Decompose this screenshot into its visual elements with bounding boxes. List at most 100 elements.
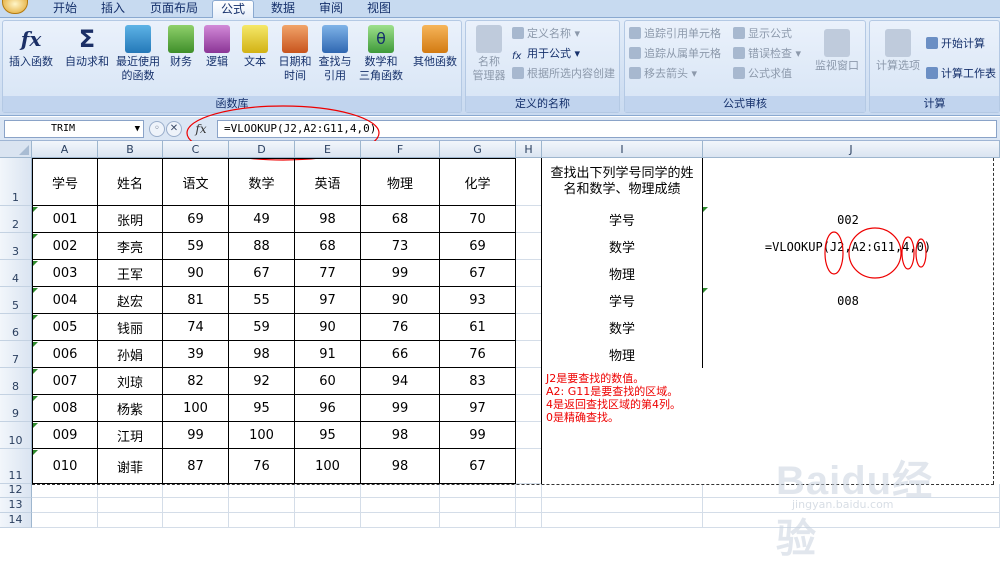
empty-cell[interactable]	[361, 498, 440, 513]
column-header[interactable]: D	[229, 141, 295, 158]
table-cell[interactable]: 100	[295, 449, 361, 484]
table-cell[interactable]: 76	[440, 341, 516, 368]
tab-review[interactable]: 审阅	[310, 0, 352, 18]
column-header[interactable]: C	[163, 141, 229, 158]
empty-cell[interactable]	[361, 484, 440, 498]
empty-cell[interactable]	[229, 498, 295, 513]
table-cell[interactable]: 49	[229, 206, 295, 233]
table-cell[interactable]: 70	[440, 206, 516, 233]
table-cell[interactable]: 69	[163, 206, 229, 233]
table-cell[interactable]: 98	[361, 422, 440, 449]
math-trig-button[interactable]: θ 数学和 三角函数	[355, 23, 407, 83]
empty-cell[interactable]	[516, 158, 542, 206]
row-header[interactable]: 5	[0, 287, 32, 314]
lookup-reference-button[interactable]: 查找与 引用	[317, 23, 353, 83]
row-header[interactable]: 8	[0, 368, 32, 395]
tab-page-layout[interactable]: 页面布局	[142, 0, 206, 18]
table-cell[interactable]: 100	[163, 395, 229, 422]
empty-cell[interactable]	[229, 513, 295, 528]
tab-home[interactable]: 开始	[44, 0, 86, 18]
create-from-selection-button[interactable]: 根据所选内容创建	[512, 65, 615, 83]
table-cell[interactable]: 59	[229, 314, 295, 341]
empty-cell[interactable]	[229, 484, 295, 498]
table-cell[interactable]: 江玥	[98, 422, 163, 449]
table-cell[interactable]: 007	[32, 368, 98, 395]
empty-cell[interactable]	[440, 498, 516, 513]
table-cell[interactable]: 杨紫	[98, 395, 163, 422]
empty-cell[interactable]	[516, 513, 542, 528]
table-cell[interactable]: 99	[361, 395, 440, 422]
error-checking-button[interactable]: 错误检查 ▾	[733, 45, 801, 63]
empty-cell[interactable]	[516, 233, 542, 260]
row-header[interactable]: 7	[0, 341, 32, 368]
empty-cell[interactable]	[516, 368, 542, 395]
logical-button[interactable]: 逻辑	[201, 23, 233, 69]
table-cell[interactable]: 67	[440, 449, 516, 484]
table-cell[interactable]: 94	[361, 368, 440, 395]
table-cell[interactable]: 99	[361, 260, 440, 287]
table-cell[interactable]: 76	[361, 314, 440, 341]
empty-cell[interactable]	[703, 484, 1000, 498]
empty-cell[interactable]	[98, 498, 163, 513]
table-cell[interactable]: 刘琼	[98, 368, 163, 395]
table-cell[interactable]: 83	[440, 368, 516, 395]
table-cell[interactable]: 张明	[98, 206, 163, 233]
worksheet-grid[interactable]: ABCDEFGHIJ 1 2 3 4 5 6 7 8 9 10 11 12 13 14 学号 姓名 语文 数学英…	[0, 141, 1000, 538]
name-box[interactable]: TRIM ▼	[4, 120, 144, 138]
table-cell[interactable]: 98	[229, 341, 295, 368]
evaluate-formula-button[interactable]: 公式求值	[733, 65, 792, 83]
table-cell[interactable]: 钱丽	[98, 314, 163, 341]
empty-cell[interactable]	[98, 484, 163, 498]
table-cell[interactable]: 009	[32, 422, 98, 449]
table-cell[interactable]: 55	[229, 287, 295, 314]
table-cell[interactable]: 王军	[98, 260, 163, 287]
table-cell[interactable]: 谢菲	[98, 449, 163, 484]
office-button[interactable]	[2, 0, 28, 14]
remove-arrows-button[interactable]: 移去箭头 ▾	[629, 65, 697, 83]
formula-menu-icon[interactable]: ◦	[149, 121, 165, 137]
table-cell[interactable]: 93	[440, 287, 516, 314]
trace-dependents-button[interactable]: 追踪从属单元格	[629, 45, 721, 63]
table-cell[interactable]: 60	[295, 368, 361, 395]
table-cell[interactable]: 67	[229, 260, 295, 287]
table-cell[interactable]: 赵宏	[98, 287, 163, 314]
column-header[interactable]: I	[542, 141, 703, 158]
table-header-cell[interactable]: 语文	[163, 158, 229, 206]
date-time-button[interactable]: 日期和 时间	[275, 23, 315, 83]
table-cell[interactable]: 82	[163, 368, 229, 395]
table-cell[interactable]: 74	[163, 314, 229, 341]
table-cell[interactable]: 002	[32, 233, 98, 260]
empty-cell[interactable]	[516, 341, 542, 368]
column-header[interactable]: A	[32, 141, 98, 158]
empty-cell[interactable]	[32, 513, 98, 528]
row-header[interactable]: 3	[0, 233, 32, 260]
table-cell[interactable]: 004	[32, 287, 98, 314]
table-cell[interactable]: 88	[229, 233, 295, 260]
empty-cell[interactable]	[295, 513, 361, 528]
table-header-cell[interactable]: 物理	[361, 158, 440, 206]
table-cell[interactable]: 97	[440, 395, 516, 422]
tab-formulas[interactable]: 公式	[212, 0, 254, 19]
column-header[interactable]: E	[295, 141, 361, 158]
table-cell[interactable]: 95	[295, 422, 361, 449]
table-cell[interactable]: 90	[163, 260, 229, 287]
calculate-now-button[interactable]: 开始计算	[926, 35, 985, 53]
table-cell[interactable]: 76	[229, 449, 295, 484]
empty-cell[interactable]	[516, 484, 542, 498]
table-cell[interactable]: 100	[229, 422, 295, 449]
empty-cell[interactable]	[516, 287, 542, 314]
empty-cell[interactable]	[516, 449, 542, 484]
lookup-value-j5[interactable]: 008	[703, 287, 993, 314]
calculate-sheet-button[interactable]: 计算工作表	[926, 65, 996, 83]
empty-cell[interactable]	[440, 484, 516, 498]
empty-cell[interactable]	[542, 498, 703, 513]
table-cell[interactable]: 005	[32, 314, 98, 341]
table-cell[interactable]: 003	[32, 260, 98, 287]
trace-precedents-button[interactable]: 追踪引用单元格	[629, 25, 721, 43]
column-header[interactable]: J	[703, 141, 1000, 158]
empty-cell[interactable]	[295, 498, 361, 513]
calculation-options-button[interactable]: 计算选项	[872, 23, 924, 73]
table-cell[interactable]: 99	[440, 422, 516, 449]
cancel-icon[interactable]: ✕	[166, 121, 182, 137]
use-in-formula-button[interactable]: fx 用于公式 ▾	[512, 45, 580, 63]
